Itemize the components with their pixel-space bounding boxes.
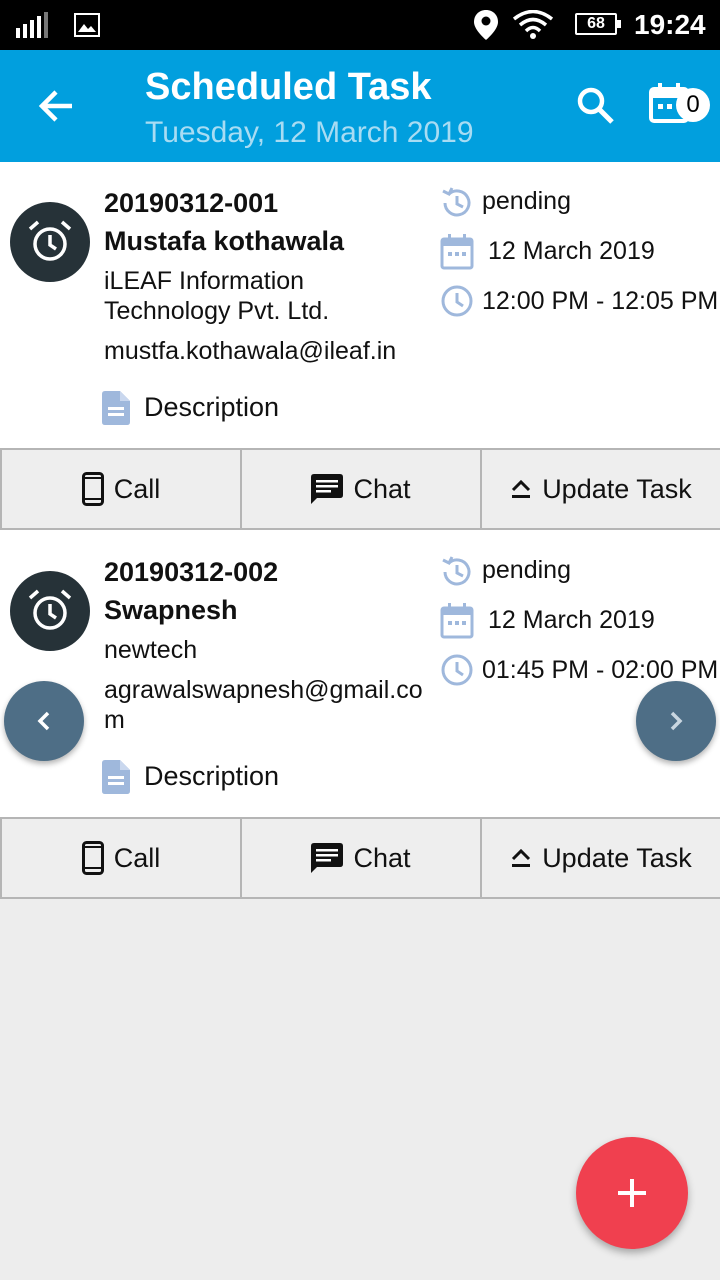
task-id: 20190312-001 (104, 188, 279, 218)
task-id: 20190312-002 (104, 557, 279, 587)
avatar (10, 202, 90, 282)
contact-email: agrawalswapnesh@gmail.com (104, 676, 423, 734)
search-icon[interactable] (576, 86, 616, 126)
status-bar: 68 19:24 (0, 0, 720, 50)
document-icon (102, 391, 130, 425)
task-card[interactable]: 20190312-001 Mustafa kothawala iLEAF Inf… (0, 162, 720, 448)
alarm-icon (28, 589, 72, 630)
contact-email: mustfa.kothawala@ileaf.in (104, 337, 397, 365)
phone-icon (81, 841, 104, 875)
page-subtitle: Tuesday, 12 March 2019 (145, 116, 474, 149)
task-actions: Call Chat Update Task (0, 817, 720, 899)
document-icon (102, 760, 130, 794)
contact-name: Mustafa kothawala (104, 226, 345, 256)
task-actions: Call Chat Update Task (0, 448, 720, 530)
avatar (10, 571, 90, 651)
task-status: pending (482, 556, 571, 584)
previous-day-button[interactable] (4, 681, 84, 761)
eject-icon (512, 848, 531, 867)
image-icon (74, 13, 100, 37)
update-task-label: Update Task (542, 473, 692, 504)
status-time: 19:24 (634, 9, 706, 40)
update-task-button[interactable]: Update Task (480, 819, 720, 897)
update-task-button[interactable]: Update Task (480, 450, 720, 528)
call-button[interactable]: Call (0, 450, 240, 528)
clock-icon (441, 285, 473, 317)
app-bar: Scheduled Task Tuesday, 12 March 2019 0 (0, 50, 720, 162)
next-day-button[interactable] (636, 681, 716, 761)
task-card[interactable]: 20190312-002 Swapnesh newtech agrawalswa… (0, 530, 720, 817)
chat-label: Chat (353, 842, 411, 873)
add-task-button[interactable] (576, 1137, 688, 1249)
update-task-label: Update Task (542, 842, 692, 873)
task-date: 12 March 2019 (488, 237, 655, 265)
eject-icon (512, 479, 531, 498)
calendar-badge: 0 (676, 88, 710, 122)
phone-icon (81, 472, 104, 506)
chevron-right-icon (670, 711, 683, 731)
task-time: 12:00 PM - 12:05 PM (482, 287, 719, 315)
contact-name: Swapnesh (104, 595, 238, 625)
description-label[interactable]: Description (144, 392, 279, 423)
wifi-icon (512, 10, 554, 39)
chat-button[interactable]: Chat (240, 819, 480, 897)
battery-icon: 68 (575, 13, 621, 35)
plus-icon (618, 1179, 646, 1207)
company-name: newtech (104, 636, 198, 664)
chat-icon (311, 474, 344, 504)
calendar-icon (440, 603, 474, 639)
task-status: pending (482, 187, 571, 215)
chat-button[interactable]: Chat (240, 450, 480, 528)
calendar-icon (440, 234, 474, 270)
chevron-left-icon (37, 711, 50, 731)
alarm-icon (28, 220, 72, 261)
arrow-back-icon[interactable] (36, 86, 76, 126)
chat-icon (311, 843, 344, 873)
call-label: Call (113, 842, 161, 873)
task-date: 12 March 2019 (488, 606, 655, 634)
clock-icon (441, 654, 473, 686)
company-name: iLEAF Information Technology Pvt. Ltd. (104, 267, 330, 325)
call-button[interactable]: Call (0, 819, 240, 897)
chat-label: Chat (353, 473, 411, 504)
location-icon (474, 10, 498, 40)
call-label: Call (113, 473, 161, 504)
description-label[interactable]: Description (144, 761, 279, 792)
history-icon (442, 556, 471, 586)
signal-icon (16, 12, 48, 38)
history-icon (442, 187, 471, 217)
page-title: Scheduled Task (145, 66, 432, 108)
